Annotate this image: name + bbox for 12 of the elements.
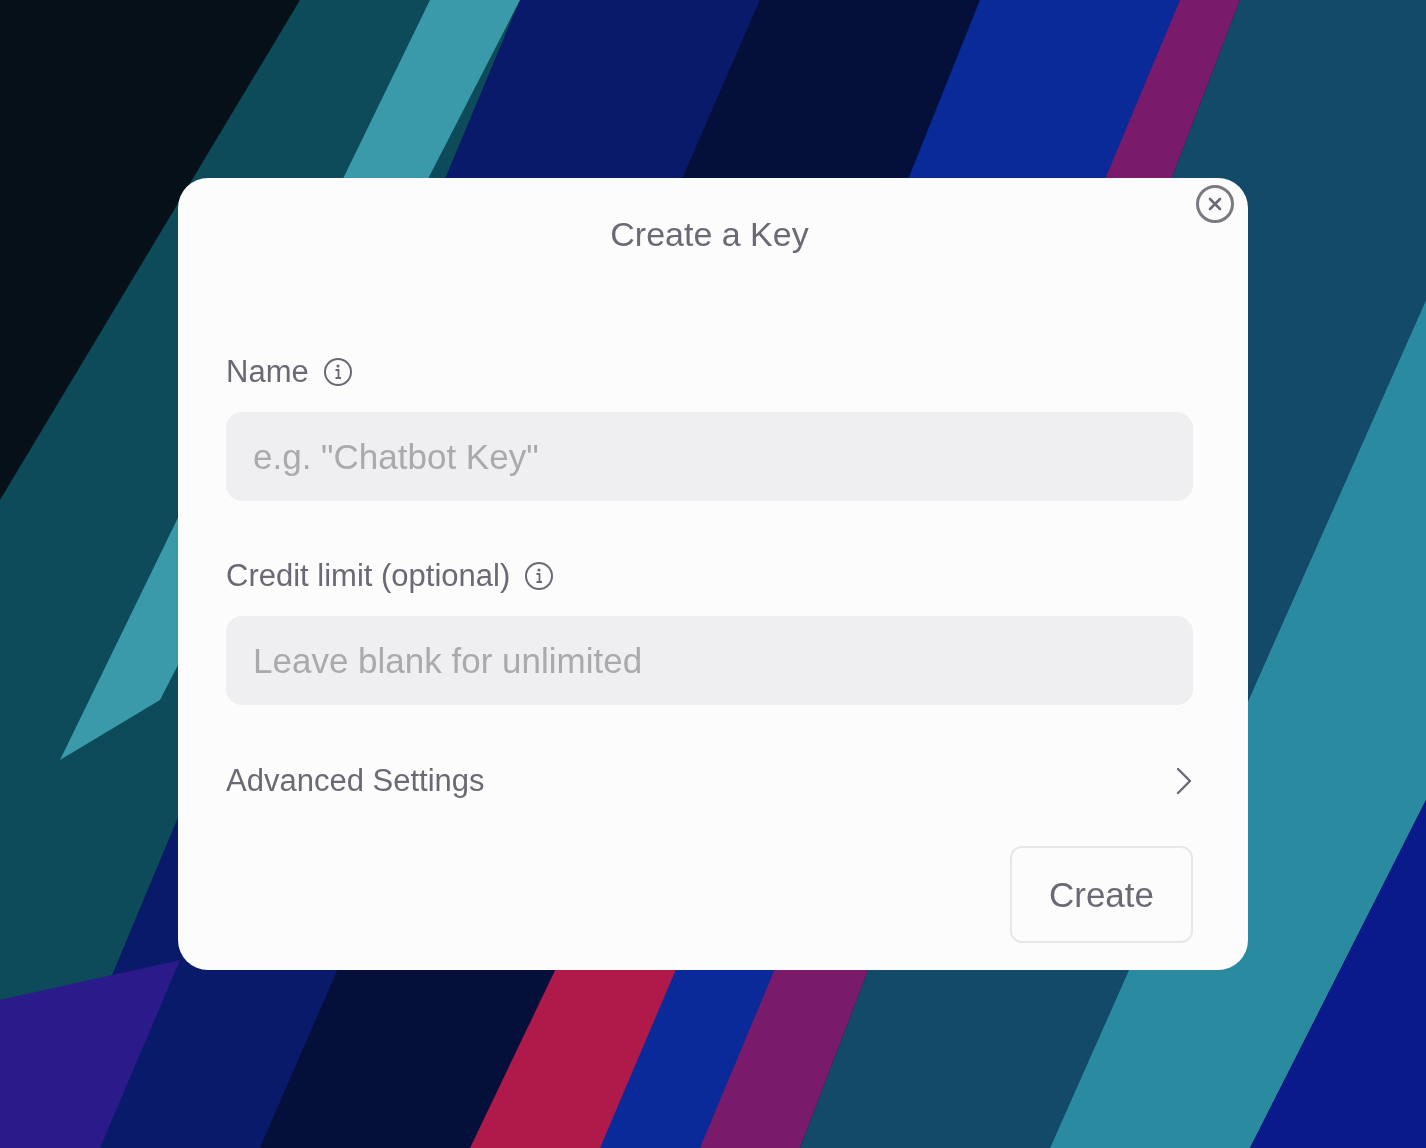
- advanced-settings-toggle[interactable]: Advanced Settings: [226, 763, 1193, 799]
- dialog-title: Create a Key: [609, 214, 810, 254]
- close-icon: [1208, 197, 1222, 211]
- chevron-icon: [1175, 767, 1193, 795]
- create-button[interactable]: Create: [1010, 846, 1193, 943]
- info-icon[interactable]: [322, 357, 353, 387]
- input-field[interactable]: e.g. "Chatbot Key": [226, 412, 1193, 501]
- input-field[interactable]: Leave blank for unlimited: [226, 616, 1193, 705]
- close-button[interactable]: [1196, 185, 1234, 223]
- field-label: Name: [226, 353, 309, 391]
- info-icon[interactable]: [524, 561, 555, 591]
- field-label: Credit limit (optional): [226, 557, 511, 595]
